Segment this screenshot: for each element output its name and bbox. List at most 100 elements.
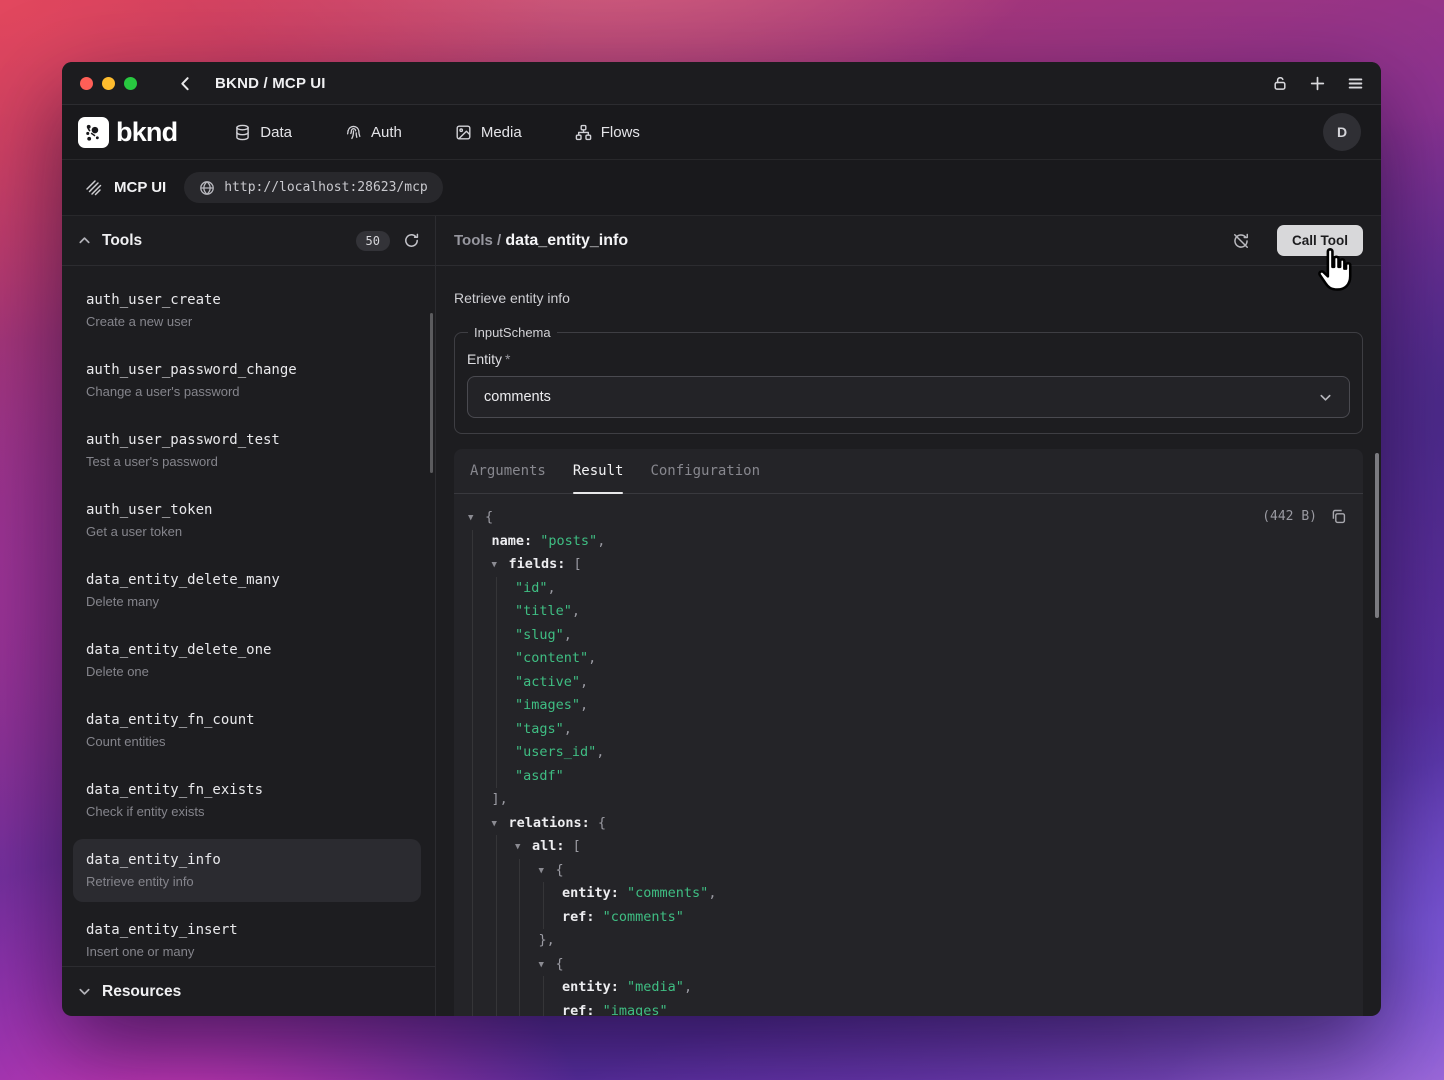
json-token-punct: , <box>548 580 556 596</box>
user-avatar[interactable]: D <box>1323 113 1361 151</box>
tab-result[interactable]: Result <box>573 449 624 493</box>
json-token-key: relations: <box>509 815 598 831</box>
collapse-toggle-icon[interactable]: ▼ <box>492 554 503 578</box>
resources-section-header[interactable]: Resources <box>62 966 435 1016</box>
refresh-tools-button[interactable] <box>403 232 420 249</box>
brand-name: bknd <box>116 117 177 148</box>
json-token-str: "content" <box>515 650 588 666</box>
tool-description: Create a new user <box>86 313 408 331</box>
json-token-key: fields: <box>509 556 574 572</box>
json-line: "title", <box>468 600 1347 624</box>
tool-list-item-data_entity_fn_count[interactable]: data_entity_fn_countCount entities <box>73 699 421 762</box>
tools-sidebar: Tools 50 auth_user_createCreate a new us… <box>62 216 436 1016</box>
mcp-url: http://localhost:28623/mcp <box>224 180 428 195</box>
json-token-key: name: <box>492 533 541 549</box>
app-navbar: bknd Data Auth Media Flows <box>62 105 1381 160</box>
json-line: }, <box>468 929 1347 953</box>
mcp-icon <box>84 178 103 197</box>
tool-list-item-auth_user_password_change[interactable]: auth_user_password_changeChange a user's… <box>73 349 421 412</box>
json-token-str: "tags" <box>515 721 564 737</box>
tool-list-item-data_entity_delete_many[interactable]: data_entity_delete_manyDelete many <box>73 559 421 622</box>
json-line: "id", <box>468 577 1347 601</box>
tools-section-label: Tools <box>102 232 142 250</box>
titlebar-actions <box>1272 75 1364 92</box>
unlock-button[interactable] <box>1272 75 1288 92</box>
nav-item-auth[interactable]: Auth <box>345 124 402 141</box>
chevron-down-icon <box>1318 390 1333 405</box>
window-titlebar: BKND / MCP UI <box>62 62 1381 105</box>
json-token-punct: , <box>684 979 692 995</box>
breadcrumb-section[interactable]: Tools <box>454 232 493 249</box>
collapse-toggle-icon[interactable]: ▼ <box>492 813 503 837</box>
mcp-bar: MCP UI http://localhost:28623/mcp <box>62 160 1381 216</box>
tools-section-header[interactable]: Tools 50 <box>62 216 435 266</box>
collapse-toggle-icon[interactable]: ▼ <box>539 954 550 978</box>
json-line: ▼ fields: [ <box>468 553 1347 577</box>
json-token-key: entity: <box>562 979 627 995</box>
json-token-punct: , <box>580 697 588 713</box>
json-line: ref: "comments" <box>468 906 1347 930</box>
tool-list-item-data_entity_info[interactable]: data_entity_infoRetrieve entity info <box>73 839 421 902</box>
resources-section-label: Resources <box>102 983 181 1001</box>
image-icon <box>455 124 472 141</box>
close-button[interactable] <box>80 77 93 90</box>
entity-select[interactable]: comments <box>467 376 1350 418</box>
nav-item-flows[interactable]: Flows <box>575 124 640 141</box>
json-token-punct: { <box>556 862 564 878</box>
json-token-punct: , <box>596 744 604 760</box>
nav-items: Data Auth Media Flows <box>234 124 640 141</box>
json-line: ], <box>468 788 1347 812</box>
plus-icon <box>1309 75 1326 92</box>
tool-list-item-data_entity_insert[interactable]: data_entity_insertInsert one or many <box>73 909 421 966</box>
chevron-up-icon <box>77 233 92 248</box>
tool-name: data_entity_delete_many <box>86 570 408 590</box>
collapse-toggle-icon[interactable]: ▼ <box>539 860 550 884</box>
sidebar-scrollbar[interactable] <box>430 313 433 473</box>
minimize-button[interactable] <box>102 77 115 90</box>
tool-list-item-data_entity_fn_exists[interactable]: data_entity_fn_existsCheck if entity exi… <box>73 769 421 832</box>
tool-name: auth_user_password_test <box>86 430 408 450</box>
desktop-wallpaper: BKND / MCP UI bknd <box>0 0 1444 1080</box>
tool-list-item-auth_user_create[interactable]: auth_user_createCreate a new user <box>73 279 421 342</box>
brand[interactable]: bknd <box>78 117 177 148</box>
json-token-punct: [ <box>574 556 582 572</box>
new-tab-button[interactable] <box>1309 75 1326 92</box>
bknd-logo-icon <box>78 117 109 148</box>
collapse-toggle-icon[interactable]: ▼ <box>468 507 479 531</box>
json-token-punct: , <box>597 533 605 549</box>
json-token-str: "images" <box>603 1003 668 1017</box>
json-token-str: "users_id" <box>515 744 596 760</box>
tool-name: data_entity_insert <box>86 920 408 940</box>
back-button[interactable] <box>177 75 194 92</box>
input-schema-legend: InputSchema <box>468 325 557 340</box>
json-line: ref: "images" <box>468 1000 1347 1017</box>
json-token-punct: , <box>580 674 588 690</box>
nav-item-media[interactable]: Media <box>455 124 522 141</box>
json-line: "users_id", <box>468 741 1347 765</box>
history-off-button[interactable] <box>1232 232 1250 250</box>
tab-configuration[interactable]: Configuration <box>650 449 760 493</box>
window-title: BKND / MCP UI <box>215 75 326 92</box>
nav-item-label: Media <box>481 124 522 141</box>
window-controls <box>80 77 137 90</box>
mcp-url-pill[interactable]: http://localhost:28623/mcp <box>184 172 443 203</box>
call-tool-button[interactable]: Call Tool <box>1277 225 1363 256</box>
zoom-button[interactable] <box>124 77 137 90</box>
tool-detail-body: Retrieve entity info InputSchema Entity*… <box>436 266 1381 1016</box>
tool-name: data_entity_delete_one <box>86 640 408 660</box>
database-icon <box>234 124 251 141</box>
json-token-punct: { <box>598 815 606 831</box>
json-line: name: "posts", <box>468 530 1347 554</box>
tool-list-item-auth_user_token[interactable]: auth_user_tokenGet a user token <box>73 489 421 552</box>
collapse-toggle-icon[interactable]: ▼ <box>515 836 526 860</box>
copy-json-button[interactable] <box>1330 508 1347 525</box>
tool-list-item-data_entity_delete_one[interactable]: data_entity_delete_oneDelete one <box>73 629 421 692</box>
main-scrollbar[interactable] <box>1375 453 1379 618</box>
tool-list-item-auth_user_password_test[interactable]: auth_user_password_testTest a user's pas… <box>73 419 421 482</box>
hamburger-icon <box>1347 75 1364 92</box>
menu-button[interactable] <box>1347 75 1364 92</box>
json-token-str: "asdf" <box>515 768 564 784</box>
tab-arguments[interactable]: Arguments <box>470 449 546 493</box>
nav-item-data[interactable]: Data <box>234 124 292 141</box>
json-line: ▼all: [ <box>468 835 1347 859</box>
